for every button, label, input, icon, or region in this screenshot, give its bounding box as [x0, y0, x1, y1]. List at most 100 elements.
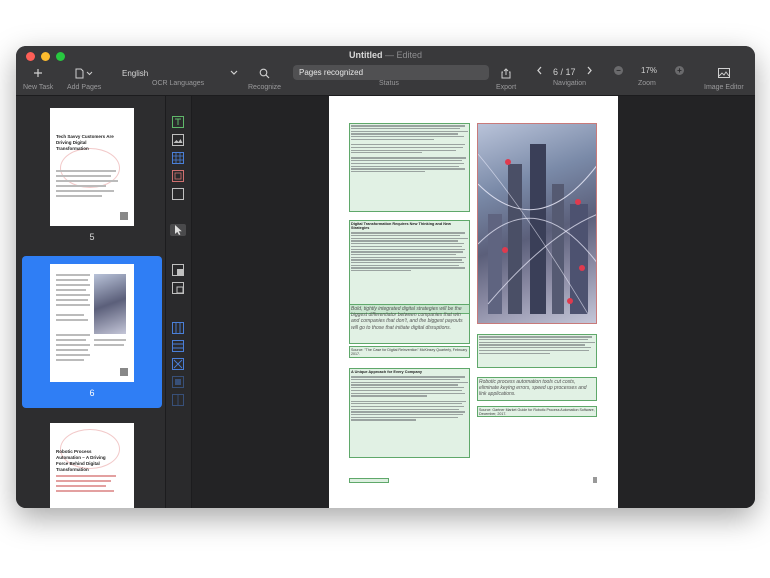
- add-region-icon: [172, 264, 184, 276]
- merge-cells-icon: [172, 376, 184, 388]
- page-thumbnail: Robotic Process Automation – A Driving F…: [50, 423, 134, 508]
- ocr-languages-caption: OCR Languages: [152, 80, 204, 87]
- pull-quote: Robotic process automation tools cut cos…: [479, 379, 587, 398]
- recognize-label: Recognize: [248, 84, 282, 91]
- recognition-area-tool[interactable]: [172, 188, 184, 200]
- image-editor-button[interactable]: Image Editor: [704, 66, 744, 91]
- ocr-languages-label: OCR Languages: [152, 80, 205, 87]
- zoom-caption: Zoom: [638, 80, 656, 87]
- table-area-tool[interactable]: [172, 152, 184, 164]
- text-area-icon: [172, 116, 184, 128]
- document-page: Digital Transformation Requires New Thin…: [329, 96, 618, 508]
- export-button[interactable]: Export: [496, 66, 516, 91]
- thumbnail-item-selected[interactable]: 6: [22, 256, 162, 408]
- delete-separator-icon: [172, 358, 184, 370]
- export-label: Export: [496, 84, 517, 91]
- add-pages-label: Add Pages: [67, 84, 102, 91]
- quote-zone[interactable]: Bold, tightly integrated digital strateg…: [349, 304, 470, 344]
- thumbnail-page-number: 6: [89, 388, 95, 398]
- page-indicator: 6 / 17: [553, 66, 576, 77]
- delete-separator-tool[interactable]: [172, 358, 184, 370]
- navigation-controls: 6 / 17: [536, 66, 593, 77]
- source-zone[interactable]: Source: "The Case for Digital Reinventio…: [349, 346, 470, 358]
- recognize-button[interactable]: Recognize: [248, 66, 281, 91]
- footer-zone[interactable]: [349, 478, 389, 483]
- toolbar: Untitled — Edited New Task Add Pages Eng…: [16, 46, 755, 96]
- app-window: Untitled — Edited New Task Add Pages Eng…: [16, 46, 755, 508]
- source-zone[interactable]: Source: Gartner Market Guide for Robotic…: [477, 406, 597, 417]
- remove-region-icon: [172, 282, 184, 294]
- navigation-caption: Navigation: [553, 80, 586, 87]
- page-number-mark: [593, 477, 597, 483]
- page-thumbnail: [50, 264, 134, 382]
- add-row-separator-tool[interactable]: [172, 340, 184, 352]
- chevron-left-icon: [537, 66, 542, 75]
- navigation-label: Navigation: [553, 80, 587, 87]
- column-separator-icon: [172, 322, 184, 334]
- zoom-in-button[interactable]: +: [675, 66, 685, 75]
- image-editor-label: Image Editor: [704, 84, 744, 91]
- image-icon: [717, 66, 730, 80]
- city-skyline-image: [478, 144, 596, 315]
- section-heading: A Unique Approach for Every Company: [351, 370, 423, 374]
- text-zone[interactable]: A Unique Approach for Every Company: [349, 368, 470, 458]
- add-pages-button[interactable]: Add Pages: [67, 66, 101, 91]
- magnifier-icon: [259, 66, 270, 80]
- window-title-separator: —: [384, 50, 394, 60]
- cursor-arrow-icon: [175, 225, 182, 235]
- document-add-icon: [75, 66, 93, 80]
- window-edited-status: Edited: [396, 50, 423, 60]
- page-thumbnail-sidebar: Tech Savvy Customers Are Driving Digital…: [16, 96, 166, 508]
- thumbnail-decoration: [60, 148, 120, 188]
- source-citation: Source: Gartner Market Guide for Robotic…: [479, 408, 595, 417]
- new-task-button[interactable]: New Task: [23, 66, 53, 91]
- text-zone[interactable]: Digital Transformation Requires New Thin…: [349, 220, 470, 314]
- status-label: Status: [379, 80, 399, 87]
- split-cells-icon: [172, 394, 184, 406]
- picture-area-icon: [172, 134, 184, 146]
- source-citation: Source: "The Case for Digital Reinventio…: [351, 348, 468, 357]
- background-picture-tool[interactable]: [172, 170, 184, 182]
- thumbnail-item[interactable]: Tech Savvy Customers Are Driving Digital…: [22, 108, 162, 242]
- add-region-tool[interactable]: [172, 264, 184, 276]
- zoom-value: 17%: [641, 66, 658, 75]
- table-area-icon: [172, 152, 184, 164]
- zoom-out-button[interactable]: −: [614, 66, 623, 75]
- chevron-down-icon: [230, 69, 238, 78]
- document-canvas: Digital Transformation Requires New Thin…: [192, 96, 755, 508]
- pull-quote: Bold, tightly integrated digital strateg…: [351, 306, 463, 331]
- zoom-controls: − 17% +: [614, 66, 685, 75]
- text-area-tool[interactable]: [172, 116, 184, 128]
- plus-icon: [33, 66, 43, 80]
- thumbnail-photo: [94, 274, 126, 334]
- status-field: Pages recognized: [293, 65, 489, 80]
- chevron-right-icon: [587, 66, 592, 75]
- area-outline-icon: [172, 188, 184, 200]
- quote-zone[interactable]: Robotic process automation tools cut cos…: [477, 377, 597, 401]
- ocr-language-value: English: [122, 68, 149, 78]
- merge-cells-tool[interactable]: [172, 376, 184, 388]
- ocr-language-select[interactable]: English: [120, 66, 240, 80]
- new-task-label: New Task: [23, 84, 54, 91]
- status-caption: Status: [379, 80, 399, 87]
- select-tool[interactable]: [170, 224, 186, 236]
- recognition-tools: [166, 96, 192, 508]
- previous-page-button[interactable]: [536, 66, 543, 77]
- section-heading: Digital Transformation Requires New Thin…: [351, 222, 451, 230]
- page-thumbnail: Tech Savvy Customers Are Driving Digital…: [50, 108, 134, 226]
- remove-region-tool[interactable]: [172, 282, 184, 294]
- picture-zone[interactable]: [477, 123, 597, 324]
- thumbnail-title: Tech Savvy Customers Are Driving Digital…: [56, 134, 114, 151]
- window-title-text: Untitled: [348, 50, 383, 60]
- split-cells-tool[interactable]: [172, 394, 184, 406]
- add-column-separator-tool[interactable]: [172, 322, 184, 334]
- thumbnail-item[interactable]: Robotic Process Automation – A Driving F…: [22, 423, 162, 508]
- background-picture-icon: [172, 170, 184, 182]
- next-page-button[interactable]: [586, 66, 593, 77]
- zoom-label: Zoom: [638, 80, 656, 87]
- thumbnail-title: Robotic Process Automation – A Driving F…: [56, 449, 106, 472]
- row-separator-icon: [172, 340, 184, 352]
- text-zone[interactable]: [349, 123, 470, 212]
- text-zone[interactable]: [477, 334, 597, 368]
- picture-area-tool[interactable]: [172, 134, 184, 146]
